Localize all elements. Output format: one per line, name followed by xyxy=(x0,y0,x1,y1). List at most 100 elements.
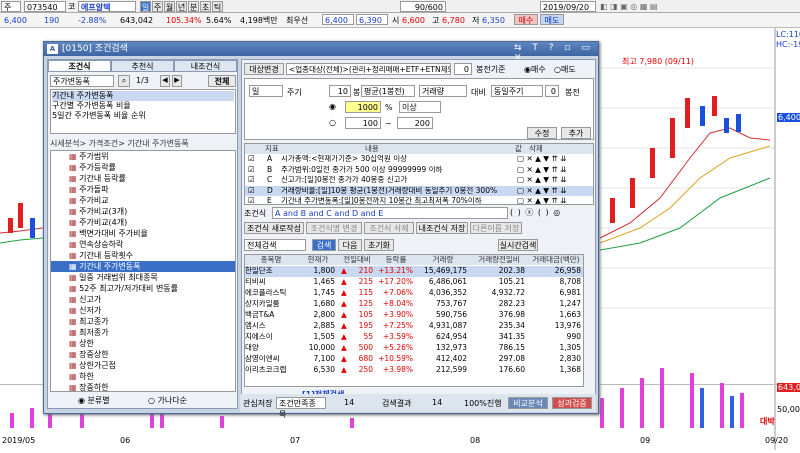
grid-col-header[interactable]: 거래대금(백만) xyxy=(529,255,583,265)
row-controls[interactable]: ▢ ✕ ▲ ▼ ⇈ ⇊ xyxy=(517,186,593,196)
grid-col-header[interactable]: 등락률 xyxy=(377,255,415,265)
reset-button[interactable]: 초기화 xyxy=(364,239,394,251)
condition-row[interactable]: ☑ E 기간내 주가변동폭:[일]0봉전까지 10봉간 최고최저폭 70%이하 ▢ ✕… xyxy=(245,196,593,204)
search-input[interactable]: 주가변동폭 xyxy=(50,75,114,87)
compare-button[interactable]: 비교분석 xyxy=(508,397,548,409)
formula-ops[interactable]: ( ) ⓧ ( ) ◎ xyxy=(510,207,561,218)
period-select[interactable]: 일 xyxy=(249,85,283,97)
add-button[interactable]: 추가 xyxy=(561,127,591,139)
period-week[interactable]: 주 xyxy=(152,1,163,12)
tree-item[interactable]: ▦ 주가범위 xyxy=(51,151,235,162)
bong-count[interactable]: 10 xyxy=(329,85,351,97)
tab-my-condition[interactable]: 내조건식 xyxy=(174,60,237,72)
condition-checkbox[interactable]: ☑ xyxy=(248,175,255,185)
bong-offset[interactable]: 0 xyxy=(454,63,472,75)
volume-select[interactable]: 거래량 xyxy=(419,85,467,97)
table-row[interactable]: 삼영이엔씨 7,100 680 ▲ +10.59% 412,402 297.08 2,830 xyxy=(245,354,583,365)
rename-button[interactable]: 조건식명 변경 xyxy=(306,222,362,234)
same-cycle-select[interactable]: 동일주기 xyxy=(491,85,543,97)
interest-save-label[interactable]: 관심저장 xyxy=(243,398,272,409)
row-controls[interactable]: ▢ ✕ ▲ ▼ ⇈ ⇊ xyxy=(517,196,593,204)
tree-item[interactable]: ▦ 주가등락률 xyxy=(51,162,235,173)
condition-row[interactable]: ☑ B 주가범위:0일전 종가가 500 이상 99999999 이하 ▢ ✕ ▲ ▼… xyxy=(245,165,593,175)
stock-name[interactable]: 에프알텍 xyxy=(78,1,136,12)
radio-ratio[interactable]: ◉ xyxy=(329,102,336,111)
offset-input[interactable]: 0 xyxy=(545,85,559,97)
tree-item[interactable]: ▦ 주가비교(3개) xyxy=(51,206,235,217)
save-as-button[interactable]: 다른이름 저장 xyxy=(470,222,522,234)
tree-item[interactable]: ▦ 일중 거래범위 최대종목 xyxy=(51,272,235,283)
radio-alpha[interactable]: ○ 가나다순 xyxy=(148,395,187,406)
toolbar-icons[interactable]: ◧ ◨ ▣ ◎ ▦ ▤ xyxy=(600,1,680,12)
tab-condition[interactable]: 조건식 xyxy=(48,60,111,72)
tree-item[interactable]: ▦ 최고종가 xyxy=(51,316,235,327)
table-row[interactable]: 대양 10,000 500 ▲ +5.26% 132,973 786.15 1,305 xyxy=(245,343,583,354)
condition-row[interactable]: ☑ C 신고가:[일]0봉전 종가가 40봉중 신고가 ▢ ✕ ▲ ▼ ⇈ ⇊ xyxy=(245,175,593,185)
all-button[interactable]: 전체 xyxy=(208,75,236,87)
table-row[interactable]: 이리츠코크렙 6,530 250 ▲ +3.98% 212,599 176.60 1,368 xyxy=(245,365,583,376)
save-my-condition-button[interactable]: 내조건식 저장 xyxy=(416,222,468,234)
tree-item[interactable]: ▦ 백면가대비 주가비율 xyxy=(51,228,235,239)
target-select[interactable]: <업종대상(전체)>(관리+정리매매+ETF+ETN제외) xyxy=(286,63,451,75)
tree-item[interactable]: ▦ 상한 xyxy=(51,338,235,349)
target-change-button[interactable]: 대상변경 xyxy=(244,63,284,75)
formula-input[interactable]: A and B and C and D and E xyxy=(272,207,508,219)
table-row[interactable]: 백금T&A 2,800 105 ▲ +3.90% 590,756 376.98 1,663 xyxy=(245,310,583,321)
table-row[interactable]: 엠시스 2,885 195 ▲ +7.25% 4,931,087 235.34 13,976 xyxy=(245,321,583,332)
range-display[interactable]: 90/600 xyxy=(400,1,446,12)
above-select[interactable]: 이상 xyxy=(399,101,441,113)
condition-checkbox[interactable]: ☑ xyxy=(248,154,255,164)
row-controls[interactable]: ▢ ✕ ▲ ▼ ⇈ ⇊ xyxy=(517,175,593,185)
grid-col-header[interactable]: 현재가 xyxy=(299,255,337,265)
bid1[interactable]: 6,400 xyxy=(322,14,354,25)
next-icon[interactable]: ▶ xyxy=(172,75,182,87)
tree-item[interactable]: ▦ 기간내 등락횟수 xyxy=(51,250,235,261)
period-day[interactable]: 일 xyxy=(140,1,151,12)
performance-button[interactable]: 성과검증 xyxy=(552,397,592,409)
tree-item[interactable]: ▦ 연속상승하락 xyxy=(51,239,235,250)
buy-radio[interactable]: ◉매수 xyxy=(524,64,546,75)
radio-range[interactable]: ○ xyxy=(329,118,336,127)
condition-search-dialog[interactable]: [0150] 조건검색 A ⇆ T ? ▫ ▭ ✕ 조건식 추천식 내조건식 주… xyxy=(43,41,599,419)
period-minute[interactable]: 분 xyxy=(188,1,199,12)
tree-item[interactable]: ▦ 기간내 주가변동폭 xyxy=(51,261,235,272)
grid-col-header[interactable]: 종목명 xyxy=(245,255,297,265)
prev-icon[interactable]: ◀ xyxy=(160,75,170,87)
chart-type-select[interactable]: 주 xyxy=(1,1,21,12)
table-row[interactable]: 에코플라스틱 1,745 115 ▲ +7.06% 4,036,352 4,932.72 6,… xyxy=(245,288,583,299)
bid2[interactable]: 6,390 xyxy=(356,14,388,25)
period-year[interactable]: 년 xyxy=(176,1,187,12)
tree-item[interactable]: ▦ 신저가 xyxy=(51,305,235,316)
desc-list[interactable]: 기간내 주가변동폭 구간별 주가변동폭 비율 5일간 주가변동폭 비율 순위 xyxy=(50,89,236,134)
realtime-button[interactable]: 실시간검색 xyxy=(498,239,538,251)
buy-button[interactable]: 매수 xyxy=(514,14,538,25)
tree-item[interactable]: ▦ 최저종가 xyxy=(51,327,235,338)
result-grid[interactable]: 종목명 현재가 전일대비 등락률 거래량 거래량전일비 거래대금(백만) 한일단조 1,800 2… xyxy=(244,254,584,387)
desc-item[interactable]: 5일간 주가변동폭 비율 순위 xyxy=(52,111,234,121)
row-controls[interactable]: ▢ ✕ ▲ ▼ ⇈ ⇊ xyxy=(517,165,593,175)
grid-col-header[interactable]: 거래량 xyxy=(417,255,469,265)
desc-item[interactable]: 구간별 주가변동폭 비율 xyxy=(52,101,234,111)
range-max[interactable]: 200 xyxy=(397,117,433,129)
tab-recommended[interactable]: 추천식 xyxy=(111,60,174,72)
tree-item[interactable]: ▦ 52주 최고가/저가대비 변동률 xyxy=(51,283,235,294)
delete-condition-button[interactable]: 조건식 삭제 xyxy=(364,222,414,234)
table-row[interactable]: 한일단조 1,800 210 ▲ +13.21% 15,469,175 202.38 26,9… xyxy=(245,266,583,277)
condition-checkbox[interactable]: ☑ xyxy=(248,196,255,204)
range-min[interactable]: 100 xyxy=(345,117,381,129)
table-row[interactable]: 티비씨 1,465 215 ▲ +17.20% 6,486,061 105.21 8,708 xyxy=(245,277,583,288)
table-row[interactable]: 상지카일룸 1,680 125 ▲ +8.04% 753,767 282.23 1,247 xyxy=(245,299,583,310)
tree-item[interactable]: ▦ 신고가 xyxy=(51,294,235,305)
grid-col-header[interactable]: 거래량전일비 xyxy=(471,255,527,265)
tree-item[interactable]: ▦ 주가돌파 xyxy=(51,184,235,195)
condition-list[interactable]: 지표 내용 값 삭제 ☑ A 시가총액:<현재가기준> 30십억원 이상 ▢ ✕ ▲ … xyxy=(244,143,594,205)
desc-item[interactable]: 기간내 주가변동폭 xyxy=(52,91,234,101)
condition-checkbox[interactable]: ☑ xyxy=(248,186,255,196)
tree-item[interactable]: ▦ 장중하한 xyxy=(51,382,235,391)
condition-tree[interactable]: ▦ 주가범위 ▦ 주가등락률 ▦ 기간내 등락률 ▦ 주가돌파 ▦ 주가비교 ▦ 주가비교… xyxy=(50,150,236,392)
edit-button[interactable]: 수정 xyxy=(527,127,557,139)
row-controls[interactable]: ▢ ✕ ▲ ▼ ⇈ ⇊ xyxy=(517,154,593,164)
tree-item[interactable]: ▦ 하한 xyxy=(51,371,235,382)
sell-radio[interactable]: ○매도 xyxy=(554,64,576,75)
period-second[interactable]: 초 xyxy=(200,1,211,12)
